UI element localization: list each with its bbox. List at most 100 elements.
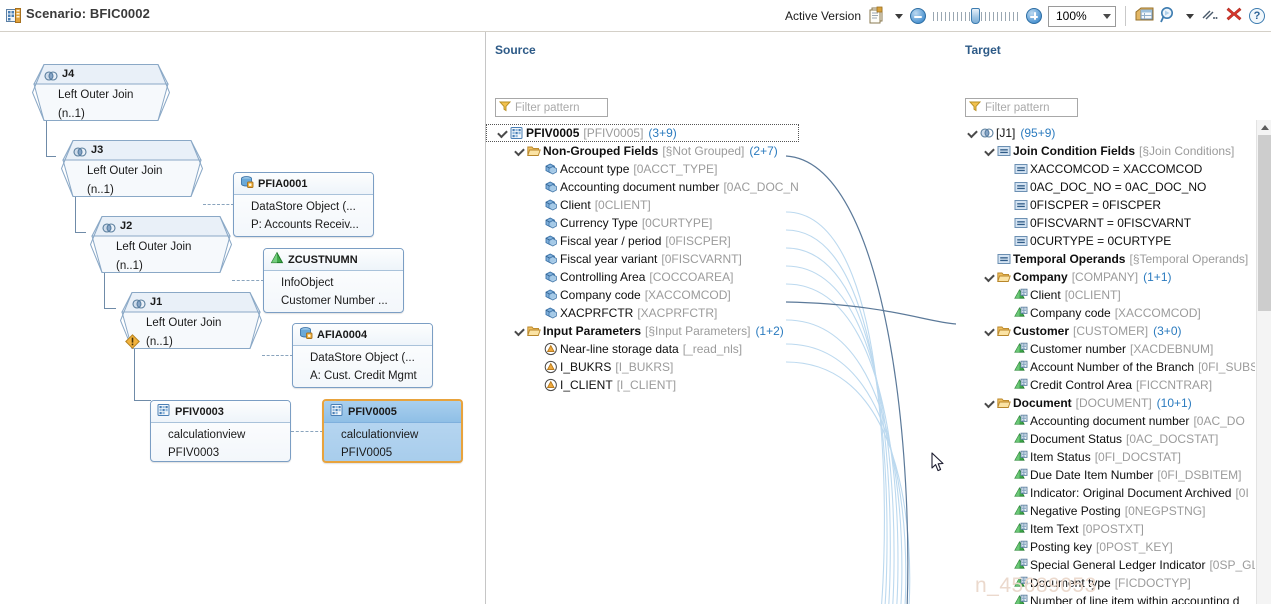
tree-row[interactable]: Accounting document number[0AC_DOC_N	[486, 178, 799, 196]
tree-row[interactable]: Client[0CLIENT]	[486, 196, 799, 214]
tree-row-label: Currency Type	[560, 214, 638, 232]
tree-twisty-spacer	[1000, 430, 1013, 448]
tree-row-label: Fiscal year variant	[560, 250, 657, 268]
tree-row[interactable]: Currency Type[0CURTYPE]	[486, 214, 799, 232]
join-node-j2[interactable]: J2Left Outer Join(n..1)	[90, 216, 232, 273]
tree-row[interactable]: [J1](95+9)	[956, 124, 1255, 142]
tree-row[interactable]: Document[DOCUMENT](10+1)	[956, 394, 1255, 412]
tree-row[interactable]: Input Parameters[§Input Parameters](1+2)	[486, 322, 799, 340]
tree-row-label: Accounting document number	[560, 178, 719, 196]
tree-row[interactable]: Item Status[0FI_DOCSTAT]	[956, 448, 1255, 466]
tree-row[interactable]: I_BUKRS[I_BUKRS]	[486, 358, 799, 376]
chevron-down-icon[interactable]	[1103, 14, 1111, 19]
tree-row-technical-name: [0AC_DOC_N	[723, 178, 798, 196]
tree-row[interactable]: Non-Grouped Fields[§Not Grouped](2+7)	[486, 142, 799, 160]
scroll-up-arrow-icon[interactable]	[1257, 120, 1271, 135]
zoom-plus-icon[interactable]	[1026, 8, 1042, 24]
tree-row[interactable]: Due Date Item Number[0FI_DSBITEM]	[956, 466, 1255, 484]
tree-twisty-spacer	[983, 250, 996, 268]
join-node-j3[interactable]: J3Left Outer Join(n..1)	[61, 140, 203, 197]
tree-row[interactable]: Item Text[0POSTXT]	[956, 520, 1255, 538]
tree-row[interactable]: Fiscal year variant[0FISCVARNT]	[486, 250, 799, 268]
object-node-pfiv0005[interactable]: PFIV0005calculationviewPFIV0005	[322, 399, 463, 463]
target-scrollbar[interactable]	[1256, 120, 1271, 604]
target-filter-input[interactable]: Filter pattern	[965, 98, 1078, 117]
tree-row[interactable]: Near-line storage data[_read_nls]	[486, 340, 799, 358]
tree-row[interactable]: Join Condition Fields[§Join Conditions]	[956, 142, 1255, 160]
tree-row[interactable]: Client[0CLIENT]	[956, 286, 1255, 304]
tree-row-label: Document type	[1030, 574, 1111, 592]
tree-row[interactable]: Customer[CUSTOMER](3+0)	[956, 322, 1255, 340]
tree-row[interactable]: Account type[0ACCT_TYPE]	[486, 160, 799, 178]
tree-row[interactable]: Negative Posting[0NEGPSTNG]	[956, 502, 1255, 520]
zoom-slider[interactable]	[933, 8, 1019, 24]
tree-row[interactable]: XACPRFCTR[XACPRFCTR]	[486, 304, 799, 322]
tree-row[interactable]: Fiscal year / period[0FISCPER]	[486, 232, 799, 250]
zoom-slider-thumb[interactable]	[971, 8, 980, 24]
close-x-icon[interactable]	[1225, 5, 1245, 25]
source-filter-input[interactable]: Filter pattern	[495, 98, 608, 117]
chevron-down-icon[interactable]	[983, 142, 996, 160]
tree-row[interactable]: Number of line item within accounting d	[956, 592, 1255, 604]
tree-row[interactable]: 0FISCVARNT = 0FISCVARNT	[956, 214, 1255, 232]
chevron-down-icon[interactable]	[513, 142, 526, 160]
scenario-diagram-canvas[interactable]: J4Left Outer Join(n..1) J3Left Outer Join…	[0, 32, 485, 604]
chevron-down-icon[interactable]	[966, 124, 979, 142]
tree-row[interactable]: Account Number of the Branch[0FI_SUBS	[956, 358, 1255, 376]
magnifier-icon[interactable]	[1159, 6, 1179, 26]
tree-row[interactable]: Controlling Area[COCCOAREA]	[486, 268, 799, 286]
tree-twisty-spacer	[530, 340, 543, 358]
tree-row[interactable]: Company code[XACCOMCOD]	[956, 304, 1255, 322]
object-node-zcustnumn[interactable]: ZCUSTNUMNInfoObjectCustomer Number ...	[263, 248, 404, 313]
chevron-down-icon[interactable]	[496, 124, 509, 142]
chevron-down-icon[interactable]	[983, 268, 996, 286]
tree-row[interactable]: Indicator: Original Document Archived[0I	[956, 484, 1255, 502]
tree-row[interactable]: XACCOMCOD = XACCOMCOD	[956, 160, 1255, 178]
page-title: Scenario: BFIC0002	[26, 6, 150, 21]
tree-row[interactable]: Credit Control Area[FICCNTRAR]	[956, 376, 1255, 394]
warning-diamond-icon[interactable]	[125, 334, 140, 352]
tree-row-technical-name: [XACCOMCOD]	[1115, 304, 1201, 322]
join-node-j1[interactable]: J1Left Outer Join(n..1)	[120, 292, 262, 349]
tree-row[interactable]: Document Status[0AC_DOCSTAT]	[956, 430, 1255, 448]
target-field-icon	[1013, 376, 1030, 394]
tree-row[interactable]: Company[COMPANY](1+1)	[956, 268, 1255, 286]
tree-twisty-spacer	[1000, 538, 1013, 556]
layout-window-icon[interactable]	[1135, 6, 1155, 26]
tree-row[interactable]: Accounting document number[0AC_DO	[956, 412, 1255, 430]
source-tree[interactable]: PFIV0005[PFIV0005](3+9)Non-Grouped Field…	[486, 124, 799, 394]
tree-row[interactable]: Document type[FICDOCTYP]	[956, 574, 1255, 592]
chevron-down-icon[interactable]	[983, 322, 996, 340]
search-chevron-down-icon[interactable]	[1186, 14, 1194, 19]
target-tree[interactable]: [J1](95+9)Join Condition Fields[§Join Co…	[956, 124, 1255, 604]
tree-row-count: (1+1)	[1143, 268, 1171, 286]
tree-row[interactable]: Posting key[0POST_KEY]	[956, 538, 1255, 556]
object-node-description: PFIV0005	[324, 444, 461, 462]
tree-twisty-spacer	[530, 250, 543, 268]
tree-row[interactable]: 0CURTYPE = 0CURTYPE	[956, 232, 1255, 250]
document-stack-icon[interactable]	[868, 6, 888, 26]
tree-row[interactable]: 0AC_DOC_NO = 0AC_DOC_NO	[956, 178, 1255, 196]
tree-row[interactable]: 0FISCPER = 0FISCPER	[956, 196, 1255, 214]
target-scrollbar-thumb[interactable]	[1258, 135, 1271, 311]
join-node-j4[interactable]: J4Left Outer Join(n..1)	[32, 64, 170, 121]
object-node-header: PFIA0001	[234, 173, 373, 195]
object-node-afia0004[interactable]: AFIA0004DataStore Object (...A: Cust. Cr…	[292, 323, 433, 388]
tree-row[interactable]: I_CLIENT[I_CLIENT]	[486, 376, 799, 394]
tree-row[interactable]: PFIV0005[PFIV0005](3+9)	[486, 124, 799, 142]
object-node-pfiv0003[interactable]: PFIV0003calculationviewPFIV0003	[150, 400, 291, 462]
object-node-pfia0001[interactable]: PFIA0001DataStore Object (...P: Accounts…	[233, 172, 374, 237]
tree-row[interactable]: Customer number[XACDEBNUM]	[956, 340, 1255, 358]
tree-row[interactable]: Temporal Operands[§Temporal Operands]	[956, 250, 1255, 268]
chevron-down-icon[interactable]	[513, 322, 526, 340]
tree-row[interactable]: Company code[XACCOMCOD]	[486, 286, 799, 304]
lineage-lines-icon[interactable]	[1201, 6, 1221, 26]
object-node-description: A: Cust. Credit Mgmt	[293, 367, 432, 385]
tree-row[interactable]: Special General Ledger Indicator[0SP_GL_	[956, 556, 1255, 574]
version-chevron-down-icon[interactable]	[895, 14, 903, 19]
zoom-level-select[interactable]: 100%	[1048, 6, 1116, 27]
field-cube-icon	[543, 160, 560, 178]
zoom-minus-icon[interactable]	[910, 8, 926, 24]
help-question-icon[interactable]: ?	[1249, 8, 1265, 24]
chevron-down-icon[interactable]	[983, 394, 996, 412]
